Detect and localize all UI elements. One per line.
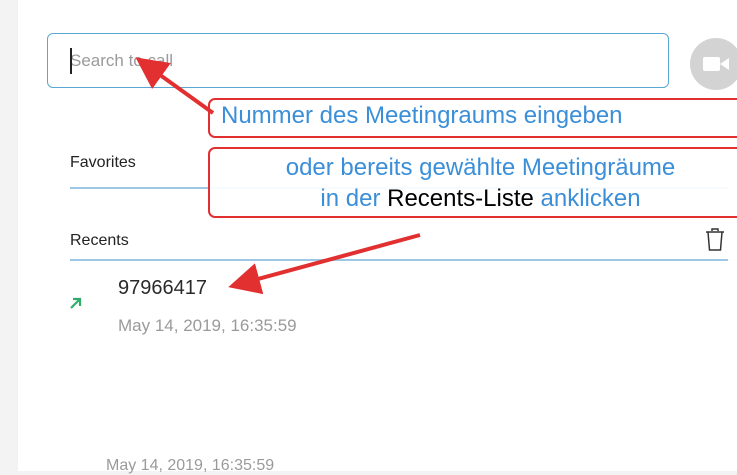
annotation-arrow-to-search [135, 57, 215, 115]
annotation-arrows [135, 57, 421, 295]
annotation-arrow-to-recent [228, 233, 421, 295]
